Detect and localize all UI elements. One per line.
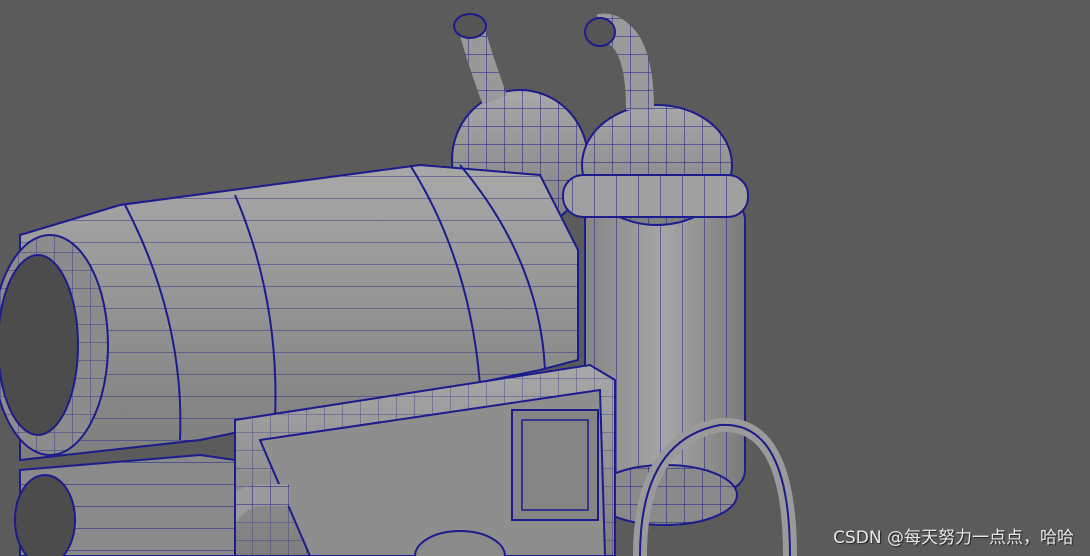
box-panel — [511, 409, 599, 521]
3d-viewport[interactable] — [0, 0, 1090, 556]
muzzle-hole — [0, 254, 79, 436]
watermark: CSDN @每天努力一点点，哈哈 — [833, 528, 1074, 548]
